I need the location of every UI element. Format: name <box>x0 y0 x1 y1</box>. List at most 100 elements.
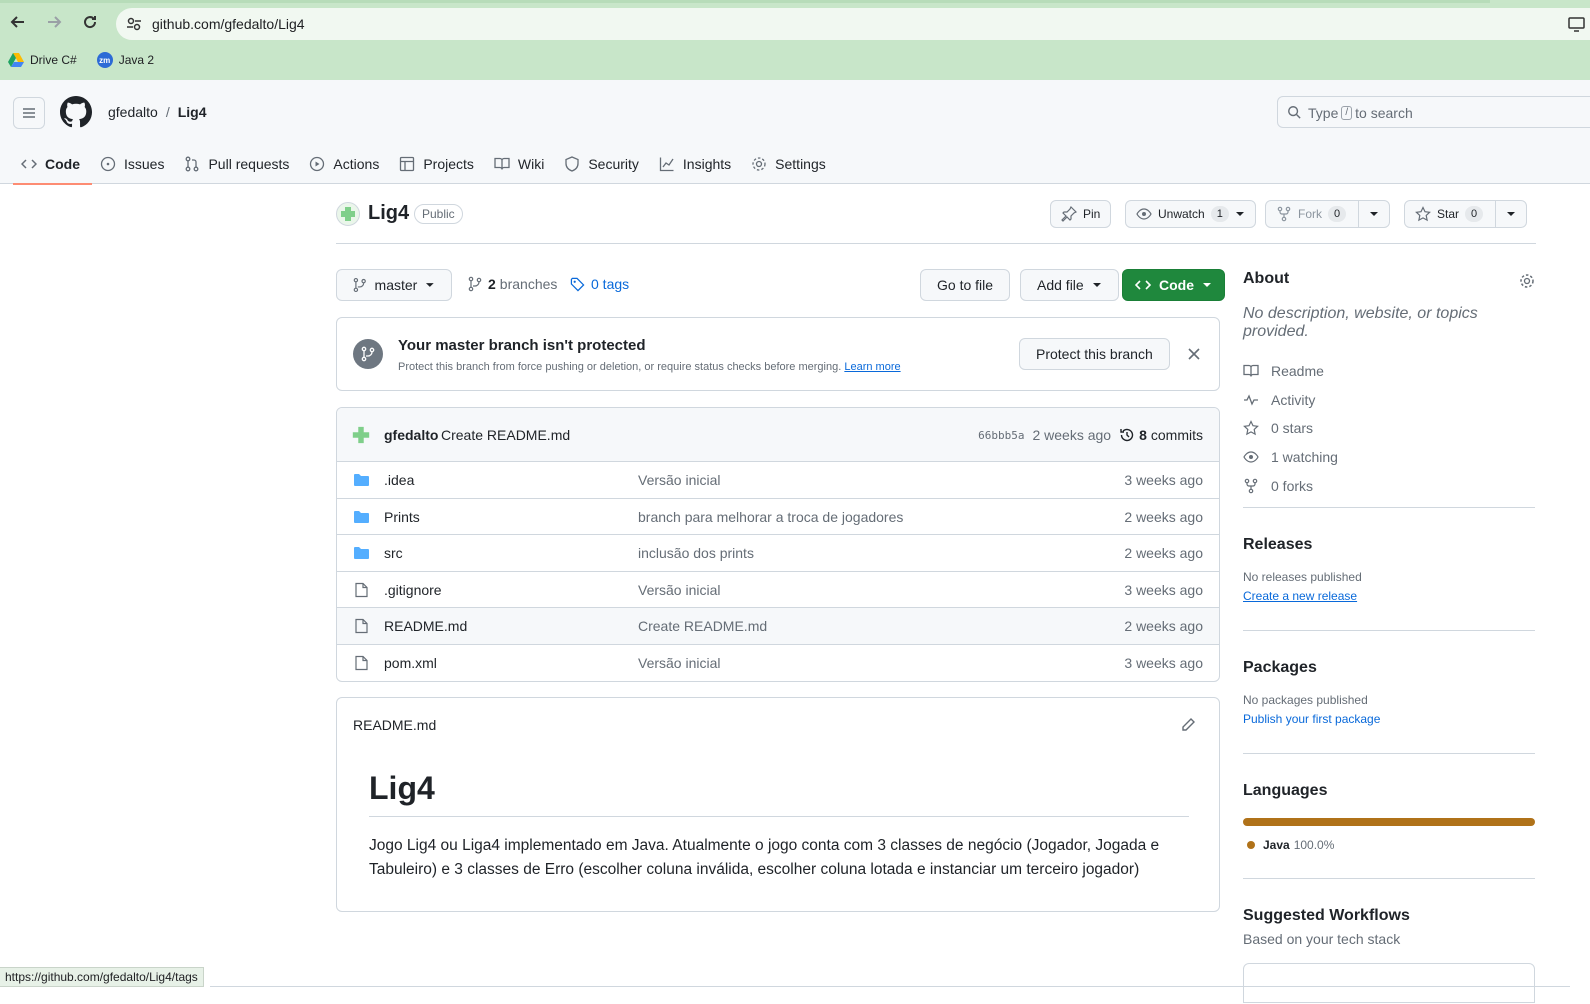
tab-insights[interactable]: Insights <box>651 144 743 184</box>
bookmark-java2[interactable]: zm Java 2 <box>96 52 154 68</box>
watching-link[interactable]: 1 watching <box>1243 443 1535 472</box>
identicon-icon <box>341 207 355 221</box>
add-file-button[interactable]: Add file <box>1020 269 1119 301</box>
repo-link[interactable]: Lig4 <box>178 104 207 120</box>
folder-icon <box>354 547 369 560</box>
google-drive-icon <box>8 53 24 67</box>
tab-label: Code <box>45 156 80 172</box>
owner-link[interactable]: gfedalto <box>108 104 158 120</box>
create-release-link[interactable]: Create a new release <box>1243 589 1535 603</box>
tab-issues[interactable]: Issues <box>92 144 176 184</box>
about-description: No description, website, or topics provi… <box>1243 305 1478 340</box>
tags-link[interactable]: 0 tags <box>570 276 629 292</box>
file-row[interactable]: pom.xml Versão inicial 3 weeks ago <box>337 645 1219 681</box>
packages-title[interactable]: Packages <box>1243 659 1535 677</box>
unwatch-button[interactable]: Unwatch 1 <box>1125 200 1256 228</box>
site-settings-icon[interactable] <box>126 16 142 32</box>
tab-settings[interactable]: Settings <box>743 144 838 184</box>
file-commit-message[interactable]: Create README.md <box>638 618 767 634</box>
file-commit-message[interactable]: Versão inicial <box>638 582 721 598</box>
file-row[interactable]: .idea Versão inicial 3 weeks ago <box>337 462 1219 499</box>
side-item-label: 1 watching <box>1271 449 1338 466</box>
file-name[interactable]: pom.xml <box>384 655 437 671</box>
file-name[interactable]: .gitignore <box>384 582 442 598</box>
workflow-card[interactable] <box>1243 963 1535 1003</box>
releases-title[interactable]: Releases <box>1243 536 1535 554</box>
tab-security[interactable]: Security <box>556 144 651 184</box>
readme-link[interactable]: Readme <box>1243 357 1535 386</box>
tab-label: Projects <box>423 156 474 172</box>
file-commit-message[interactable]: Versão inicial <box>638 655 721 671</box>
go-to-file-button[interactable]: Go to file <box>920 269 1011 301</box>
tab-actions[interactable]: Actions <box>301 144 391 184</box>
commit-author[interactable]: gfedalto <box>384 427 438 443</box>
file-commit-message[interactable]: branch para melhorar a troca de jogadore… <box>638 509 903 525</box>
gear-icon <box>752 157 766 171</box>
file-row[interactable]: Prints branch para melhorar a troca de jo… <box>337 499 1219 536</box>
code-button[interactable]: Code <box>1122 269 1225 301</box>
tab-wiki[interactable]: Wiki <box>486 144 556 184</box>
forks-link[interactable]: 0 forks <box>1243 471 1535 500</box>
add-file-label: Add file <box>1037 277 1084 293</box>
address-bar[interactable]: github.com/gfedalto/Lig4 <box>116 8 1590 40</box>
back-arrow-icon[interactable] <box>6 12 30 36</box>
cast-device-icon[interactable] <box>1568 16 1586 32</box>
gear-icon[interactable] <box>1519 273 1535 289</box>
search-input[interactable]: Type / to search <box>1277 96 1590 128</box>
side-item-label: 0 forks <box>1271 477 1314 494</box>
file-name[interactable]: README.md <box>384 618 467 634</box>
readme-filename[interactable]: README.md <box>353 717 436 733</box>
commit-sha[interactable]: 66bbb5a <box>978 429 1024 442</box>
readme-heading: Lig4 <box>369 770 1189 817</box>
github-logo-icon[interactable] <box>60 96 92 128</box>
chevron-down-icon <box>1092 283 1101 287</box>
star-button[interactable]: Star 0 <box>1404 200 1528 228</box>
chevron-down-icon <box>426 283 435 287</box>
tab-projects[interactable]: Projects <box>391 144 486 184</box>
commits-link[interactable]: 8 commits <box>1119 427 1203 443</box>
tab-label: Actions <box>333 156 380 172</box>
tab-label: Security <box>588 156 639 172</box>
learn-more-link[interactable]: Learn more <box>844 361 900 373</box>
protect-description: Protect this branch from force pushing o… <box>398 361 901 373</box>
language-item-java[interactable]: Java 100.0% <box>1247 838 1535 852</box>
pin-button[interactable]: Pin <box>1050 200 1112 228</box>
tab-pull-requests[interactable]: Pull requests <box>176 144 301 184</box>
menu-button[interactable] <box>13 97 45 129</box>
file-row[interactable]: README.md Create README.md 2 weeks ago <box>337 608 1219 645</box>
file-row[interactable]: src inclusão dos prints 2 weeks ago <box>337 535 1219 572</box>
branches-link[interactable]: 2 branches <box>468 276 557 292</box>
stars-link[interactable]: 0 stars <box>1243 414 1535 443</box>
language-bar <box>1243 818 1535 826</box>
close-icon[interactable] <box>1188 348 1200 360</box>
fork-button[interactable]: Fork 0 <box>1265 200 1391 228</box>
file-name[interactable]: src <box>384 545 403 561</box>
file-age: 2 weeks ago <box>1124 545 1203 562</box>
fork-icon <box>1277 206 1291 222</box>
star-dropdown[interactable] <box>1495 200 1516 228</box>
edit-pencil-icon[interactable] <box>1180 717 1196 733</box>
commit-message[interactable]: Create README.md <box>441 427 570 443</box>
file-name[interactable]: Prints <box>384 509 420 525</box>
repo-name[interactable]: Lig4 <box>368 202 409 225</box>
forward-arrow-icon[interactable] <box>42 12 66 36</box>
star-icon <box>1415 206 1431 222</box>
activity-link[interactable]: Activity <box>1243 386 1535 415</box>
file-name[interactable]: .idea <box>384 472 414 488</box>
bookmark-drive[interactable]: Drive C# <box>8 53 77 67</box>
author-avatar[interactable] <box>351 425 371 445</box>
fork-dropdown[interactable] <box>1358 200 1379 228</box>
file-commit-message[interactable]: Versão inicial <box>638 472 721 488</box>
reload-icon[interactable] <box>78 12 102 36</box>
pin-label: Pin <box>1083 207 1101 221</box>
file-row[interactable]: .gitignore Versão inicial 3 weeks ago <box>337 572 1219 609</box>
tab-code[interactable]: Code <box>13 144 92 185</box>
branch-select[interactable]: master <box>336 269 452 301</box>
search-placeholder-pre: Type <box>1308 105 1339 121</box>
repo-tabs: Code Issues Pull requests Actions Projec… <box>13 144 838 185</box>
publish-package-link[interactable]: Publish your first package <box>1243 712 1535 726</box>
zm-badge-icon: zm <box>96 52 113 68</box>
protect-branch-button[interactable]: Protect this branch <box>1019 338 1170 370</box>
file-commit-message[interactable]: inclusão dos prints <box>638 545 754 561</box>
repo-title-row: Lig4 Public Pin Unwatch 1 Fork 0 Star 0 <box>336 200 1536 244</box>
